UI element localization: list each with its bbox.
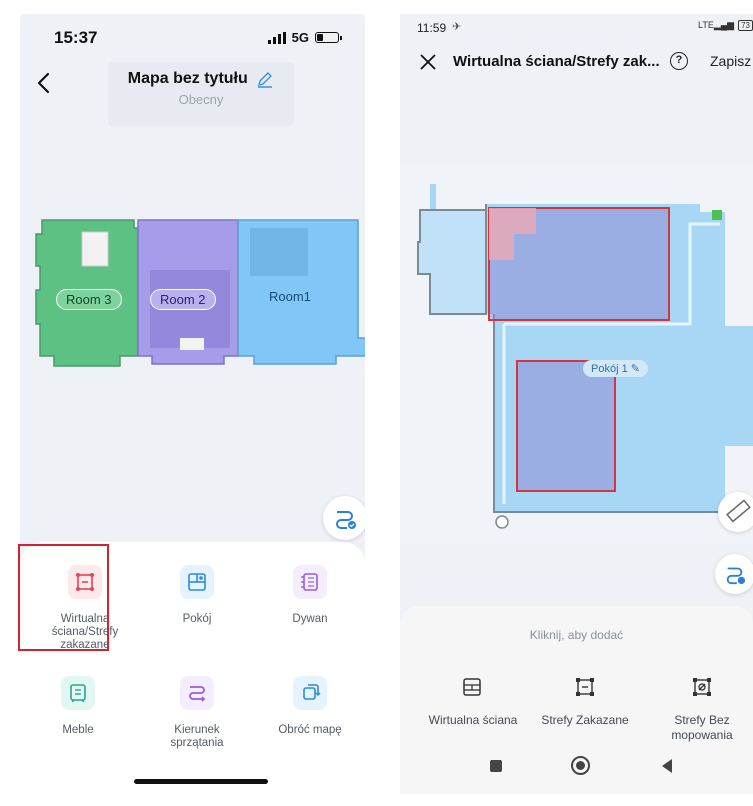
network-type: 5G [291, 30, 309, 45]
status-indicators: LTE▂▄▆ 73 [698, 20, 753, 31]
header-bar: Wirtualna ściana/Strefy zak... ? Zapisz [400, 44, 753, 80]
cleaning-route-button[interactable] [323, 496, 365, 540]
room-label-3[interactable]: Room 3 [56, 289, 122, 310]
map-title-text: Mapa bez tytułu [127, 70, 248, 88]
robot-icon [495, 515, 509, 529]
right-phone-screen: 11:59 ✈ LTE▂▄▆ 73 Wirtualna ściana/Stref… [400, 14, 753, 794]
recents-button[interactable] [490, 760, 502, 772]
back-arrow-icon[interactable] [32, 70, 58, 96]
carpet-icon [293, 565, 327, 599]
room-edit-icon [180, 565, 214, 599]
tool-label: Obróć mapę [278, 724, 342, 736]
no-mop-zone-icon [693, 678, 711, 696]
home-button[interactable] [571, 756, 590, 775]
left-phone-screen: 15:37 5G Mapa bez tytułu Obecny Room 3 R… [20, 14, 365, 794]
help-icon[interactable]: ? [670, 52, 688, 70]
tool-label: Dywan [292, 613, 328, 625]
room-label-2[interactable]: Room 2 [150, 289, 216, 310]
status-time: 15:37 [54, 28, 98, 47]
no-go-zone-icon [576, 678, 594, 696]
map-title: Mapa bez tytułu [108, 70, 294, 88]
route-icon [336, 511, 356, 529]
tap-to-add-hint: Kliknij, aby dodać [529, 628, 624, 642]
cleaning-route-button[interactable] [715, 554, 753, 594]
tool-furniture[interactable]: Meble [23, 676, 133, 737]
back-button[interactable] [662, 759, 672, 773]
no-go-zone-2[interactable] [516, 360, 616, 492]
page-title: Wirtualna ściana/Strefy zak... [453, 53, 660, 70]
rotate-map-icon [293, 676, 327, 710]
tool-label: Meble [62, 724, 94, 736]
home-indicator[interactable] [134, 779, 268, 784]
virtual-wall-icon [463, 678, 481, 696]
measure-button[interactable] [718, 492, 753, 532]
room-label-text: Pokój 1 [591, 363, 628, 375]
route-icon [726, 567, 746, 585]
tool-cleaning-direction[interactable]: Kierunek sprzątania [142, 676, 252, 750]
no-go-zone-1[interactable] [488, 207, 670, 321]
tool-no-go-zone[interactable]: Strefy Zakazane [535, 676, 635, 727]
tool-room[interactable]: Pokój [142, 565, 252, 626]
mute-icon: ✈ [452, 21, 462, 33]
tool-label: Strefy Bez mopowania [671, 713, 733, 742]
tool-label: Kierunek sprzątania [170, 724, 224, 749]
status-bar: 11:59 ✈ LTE▂▄▆ 73 [400, 14, 753, 42]
status-bar: 15:37 5G [20, 14, 365, 60]
edit-pencil-icon[interactable] [256, 70, 274, 88]
charging-dock [712, 210, 722, 220]
furniture-icon [61, 676, 95, 710]
close-icon[interactable] [418, 52, 438, 72]
room-label[interactable]: Pokój 1 ✎ [583, 360, 648, 377]
tool-no-mop-zone[interactable]: Strefy Bez mopowania [652, 676, 752, 743]
signal-icon [267, 31, 286, 44]
android-nav-bar [400, 742, 753, 794]
save-button[interactable]: Zapisz [710, 53, 751, 69]
map-subtitle: Obecny [178, 92, 224, 107]
battery-level: 73 [738, 20, 753, 31]
status-indicators: 5G [267, 30, 342, 45]
tool-label: Wirtualna ściana [428, 713, 518, 727]
tool-virtual-wall[interactable]: Wirtualna ściana [422, 676, 522, 727]
highlight-box [18, 544, 109, 651]
ruler-icon [726, 499, 751, 523]
lte-signal-icon: LTE▂▄▆ [698, 20, 735, 30]
status-time: 11:59 [417, 21, 447, 35]
tool-label: Pokój [182, 613, 212, 625]
room-label-1[interactable]: Room1 [269, 289, 311, 304]
battery-icon [315, 32, 342, 43]
tool-rotate-map[interactable]: Obróć mapę [255, 676, 365, 737]
cleaning-direction-icon [180, 676, 214, 710]
tool-label: Strefy Zakazane [541, 713, 629, 727]
map-title-area[interactable]: Mapa bez tytułu Obecny [108, 62, 294, 126]
floor-map[interactable] [400, 164, 753, 544]
tool-carpet[interactable]: Dywan [255, 565, 365, 626]
